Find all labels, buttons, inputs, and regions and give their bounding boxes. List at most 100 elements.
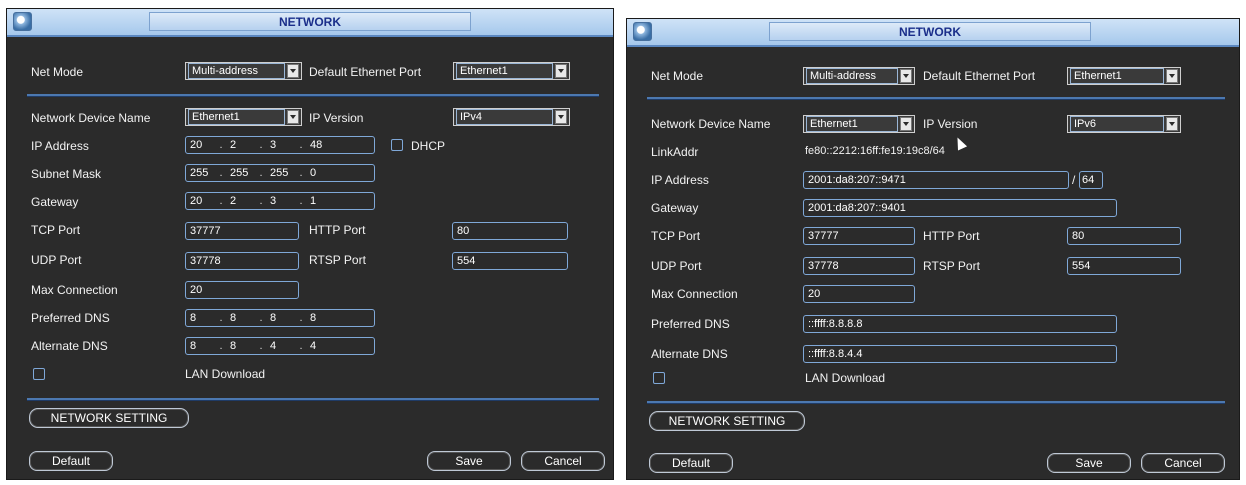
ip-version-label: IP Version <box>923 117 978 131</box>
network-device-name-select[interactable]: Ethernet1 <box>185 108 302 126</box>
dhcp-label: DHCP <box>411 139 446 153</box>
net-mode-select[interactable]: Multi-address <box>185 62 302 80</box>
rtsp-port-input[interactable]: 554 <box>1067 257 1181 275</box>
ip-address-label: IP Address <box>651 173 709 187</box>
tcp-port-input[interactable]: 37777 <box>803 227 915 245</box>
net-mode-select[interactable]: Multi-address <box>803 67 915 85</box>
octet[interactable]: 8 <box>186 312 216 324</box>
preferred-dns-input[interactable]: ::ffff:8.8.8.8 <box>803 315 1117 333</box>
ip-address-field[interactable]: 20. 2. 3. 48 <box>185 136 375 154</box>
subnet-mask-field[interactable]: 255. 255. 255. 0 <box>185 164 375 182</box>
chevron-down-icon <box>555 110 567 124</box>
net-mode-value: Multi-address <box>806 68 898 84</box>
divider <box>647 97 1225 100</box>
save-button[interactable]: Save <box>427 451 511 471</box>
prefix-length-input[interactable]: 64 <box>1079 171 1103 189</box>
chevron-down-icon <box>1166 117 1178 131</box>
tcp-port-label: TCP Port <box>31 223 81 237</box>
divider <box>27 94 599 97</box>
network-device-name-label: Network Device Name <box>651 117 771 131</box>
gateway-label: Gateway <box>651 201 699 215</box>
cancel-button[interactable]: Cancel <box>1141 453 1225 473</box>
max-connection-input[interactable]: 20 <box>185 281 299 299</box>
dot: . <box>259 312 263 324</box>
lan-download-checkbox[interactable] <box>33 368 45 380</box>
default-ethernet-port-label: Default Ethernet Port <box>923 69 1036 83</box>
lan-download-checkbox[interactable] <box>653 372 665 384</box>
preferred-dns-field[interactable]: 8. 8. 8. 8 <box>185 309 375 327</box>
octet[interactable]: 3 <box>266 195 296 207</box>
default-button[interactable]: Default <box>29 451 113 471</box>
dot: . <box>219 139 223 151</box>
ip-address-input[interactable]: 2001:da8:207::9471 <box>803 171 1069 189</box>
octet[interactable]: 20 <box>186 139 216 151</box>
tcp-port-input[interactable]: 37777 <box>185 222 299 240</box>
octet[interactable]: 4 <box>266 340 296 352</box>
lan-download-label: LAN Download <box>805 371 886 385</box>
network-setting-button[interactable]: NETWORK SETTING <box>29 408 189 428</box>
preferred-dns-label: Preferred DNS <box>31 311 110 325</box>
alternate-dns-label: Alternate DNS <box>651 347 728 361</box>
octet[interactable]: 8 <box>306 312 336 324</box>
default-button[interactable]: Default <box>649 453 733 473</box>
ip-address-label: IP Address <box>31 139 89 153</box>
rtsp-port-input[interactable]: 554 <box>452 252 568 270</box>
default-ethernet-port-value: Ethernet1 <box>1070 68 1164 84</box>
network-device-name-label: Network Device Name <box>31 111 151 125</box>
octet[interactable]: 3 <box>266 139 296 151</box>
http-port-input[interactable]: 80 <box>1067 227 1181 245</box>
prefix-separator: / <box>1072 173 1076 187</box>
cancel-button[interactable]: Cancel <box>521 451 605 471</box>
dot: . <box>219 167 223 179</box>
ip-version-select[interactable]: IPv6 <box>1067 115 1181 133</box>
chevron-down-icon <box>900 69 912 83</box>
dhcp-checkbox[interactable] <box>391 139 403 151</box>
ip-version-value: IPv6 <box>1070 116 1164 132</box>
octet[interactable]: 4 <box>306 340 336 352</box>
octet[interactable]: 2 <box>226 139 256 151</box>
title-bar[interactable]: NETWORK <box>627 19 1239 47</box>
dot: . <box>299 195 303 207</box>
chevron-down-icon <box>287 64 299 78</box>
app-icon <box>633 22 652 41</box>
octet[interactable]: 48 <box>306 139 336 151</box>
udp-port-label: UDP Port <box>31 253 82 267</box>
octet[interactable]: 1 <box>306 195 336 207</box>
title-bar[interactable]: NETWORK <box>7 9 613 37</box>
network-device-name-select[interactable]: Ethernet1 <box>803 115 915 133</box>
chevron-down-icon <box>900 117 912 131</box>
net-mode-value: Multi-address <box>188 63 285 79</box>
http-port-label: HTTP Port <box>309 223 366 237</box>
octet[interactable]: 255 <box>266 167 296 179</box>
gateway-input[interactable]: 2001:da8:207::9401 <box>803 199 1117 217</box>
octet[interactable]: 8 <box>186 340 216 352</box>
net-mode-label: Net Mode <box>31 65 84 79</box>
octet[interactable]: 8 <box>226 340 256 352</box>
octet[interactable]: 255 <box>186 167 216 179</box>
chevron-down-icon <box>555 64 567 78</box>
udp-port-input[interactable]: 37778 <box>185 252 299 270</box>
gateway-field[interactable]: 20. 2. 3. 1 <box>185 192 375 210</box>
dot: . <box>259 139 263 151</box>
network-device-name-value: Ethernet1 <box>188 109 285 125</box>
max-connection-label: Max Connection <box>651 287 738 301</box>
octet[interactable]: 8 <box>266 312 296 324</box>
octet[interactable]: 20 <box>186 195 216 207</box>
alternate-dns-field[interactable]: 8. 8. 4. 4 <box>185 337 375 355</box>
octet[interactable]: 255 <box>226 167 256 179</box>
save-button[interactable]: Save <box>1047 453 1131 473</box>
octet[interactable]: 0 <box>306 167 336 179</box>
http-port-input[interactable]: 80 <box>452 222 568 240</box>
default-ethernet-port-select[interactable]: Ethernet1 <box>1067 67 1181 85</box>
network-setting-button[interactable]: NETWORK SETTING <box>649 411 805 431</box>
dot: . <box>259 167 263 179</box>
alternate-dns-input[interactable]: ::ffff:8.8.4.4 <box>803 345 1117 363</box>
linkaddr-value: fe80::2212:16ff:fe19:19c8/64 <box>805 145 945 157</box>
octet[interactable]: 8 <box>226 312 256 324</box>
max-connection-input[interactable]: 20 <box>803 285 915 303</box>
max-connection-label: Max Connection <box>31 283 118 297</box>
udp-port-input[interactable]: 37778 <box>803 257 915 275</box>
octet[interactable]: 2 <box>226 195 256 207</box>
default-ethernet-port-select[interactable]: Ethernet1 <box>453 62 570 80</box>
ip-version-select[interactable]: IPv4 <box>453 108 570 126</box>
